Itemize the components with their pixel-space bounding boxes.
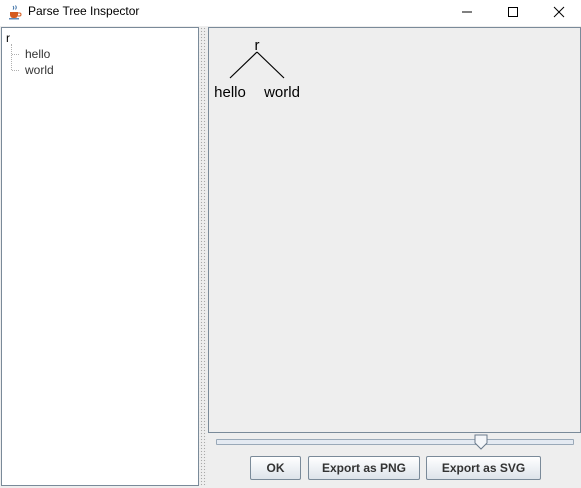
ok-button[interactable]: OK bbox=[250, 456, 301, 480]
tree-node-root[interactable]: r bbox=[6, 31, 10, 45]
tree-node-world[interactable]: world bbox=[25, 63, 54, 77]
tree-connector-line bbox=[11, 44, 13, 70]
tree-edge-left bbox=[229, 51, 258, 79]
minimize-button[interactable] bbox=[444, 0, 490, 24]
window-title: Parse Tree Inspector bbox=[28, 4, 140, 18]
tree-edge-right bbox=[256, 51, 285, 79]
tree-outline-panel[interactable]: r hello world bbox=[1, 27, 199, 486]
tree-leaf-world: world bbox=[263, 84, 300, 101]
tree-connector-tick bbox=[12, 70, 19, 72]
maximize-button[interactable] bbox=[490, 0, 536, 24]
tree-connector-tick bbox=[12, 54, 19, 56]
main-content: r hello world r hello world OK Export as… bbox=[0, 26, 581, 488]
zoom-slider-track[interactable] bbox=[216, 439, 574, 445]
parse-tree-canvas: r hello world bbox=[214, 37, 300, 101]
zoom-slider-thumb[interactable] bbox=[474, 434, 488, 450]
java-cup-icon bbox=[7, 4, 23, 20]
tree-node-hello[interactable]: hello bbox=[25, 47, 50, 61]
tree-view-panel[interactable]: r hello world bbox=[208, 27, 581, 433]
split-pane-divider[interactable] bbox=[199, 27, 207, 486]
close-icon bbox=[553, 6, 565, 18]
parse-tree-inspector-window: Parse Tree Inspector r hello world r hel… bbox=[0, 0, 581, 488]
export-svg-button[interactable]: Export as SVG bbox=[426, 456, 541, 480]
tree-root-label: r bbox=[255, 37, 260, 54]
export-png-button[interactable]: Export as PNG bbox=[308, 456, 420, 480]
minimize-icon bbox=[462, 11, 472, 13]
close-button[interactable] bbox=[536, 0, 581, 24]
maximize-icon bbox=[508, 7, 518, 17]
title-bar[interactable]: Parse Tree Inspector bbox=[0, 0, 581, 24]
tree-leaf-hello: hello bbox=[214, 84, 246, 101]
